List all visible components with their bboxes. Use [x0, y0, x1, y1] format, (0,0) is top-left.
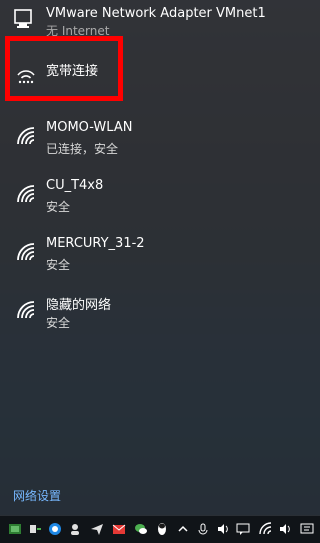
network-item-wifi[interactable]: 隐藏的网络 安全: [0, 282, 320, 340]
mail-icon[interactable]: [112, 522, 126, 536]
notification-icon[interactable]: [300, 522, 314, 536]
wifi-icon: [17, 185, 35, 203]
network-name: VMware Network Adapter VMnet1: [46, 6, 266, 21]
network-name: CU_T4x8: [46, 178, 104, 193]
user-icon[interactable]: [68, 522, 82, 536]
mic-off-icon[interactable]: [196, 522, 210, 536]
wifi-icon: [17, 243, 35, 261]
usb-icon[interactable]: [28, 522, 42, 536]
chevron-up-icon[interactable]: [176, 522, 190, 536]
send-icon[interactable]: [90, 522, 104, 536]
taskbar: [0, 515, 320, 543]
network-name: 隐藏的网络: [46, 298, 112, 313]
ethernet-icon: [14, 9, 32, 28]
shield-icon[interactable]: [48, 522, 62, 536]
wifi-icon: [17, 301, 35, 319]
network-name: MOMO-WLAN: [46, 120, 133, 135]
network-name: MERCURY_31-2: [46, 236, 145, 251]
volume-icon[interactable]: [216, 522, 230, 536]
app-green-icon[interactable]: [8, 522, 22, 536]
network-status: 安全: [46, 200, 71, 214]
network-item-wifi[interactable]: MERCURY_31-2 安全: [0, 224, 320, 282]
wifi-icon: [17, 127, 35, 145]
wechat-icon[interactable]: [134, 522, 148, 536]
network-item-wifi[interactable]: CU_T4x8 安全: [0, 166, 320, 224]
volume-icon-2[interactable]: [278, 522, 292, 536]
network-item-vmware[interactable]: VMware Network Adapter VMnet1 无 Internet: [0, 0, 320, 38]
highlight-box: [5, 36, 123, 101]
wifi-icon[interactable]: [258, 522, 272, 536]
message-icon[interactable]: [236, 522, 250, 536]
network-status: 已连接，安全: [46, 142, 119, 156]
network-item-wifi[interactable]: MOMO-WLAN 已连接，安全: [0, 108, 320, 166]
network-settings-link[interactable]: 网络设置: [13, 487, 61, 504]
network-status: 安全: [46, 316, 71, 330]
network-flyout: VMware Network Adapter VMnet1 无 Internet…: [0, 0, 320, 515]
qq-icon[interactable]: [155, 522, 169, 536]
network-status: 安全: [46, 258, 71, 272]
